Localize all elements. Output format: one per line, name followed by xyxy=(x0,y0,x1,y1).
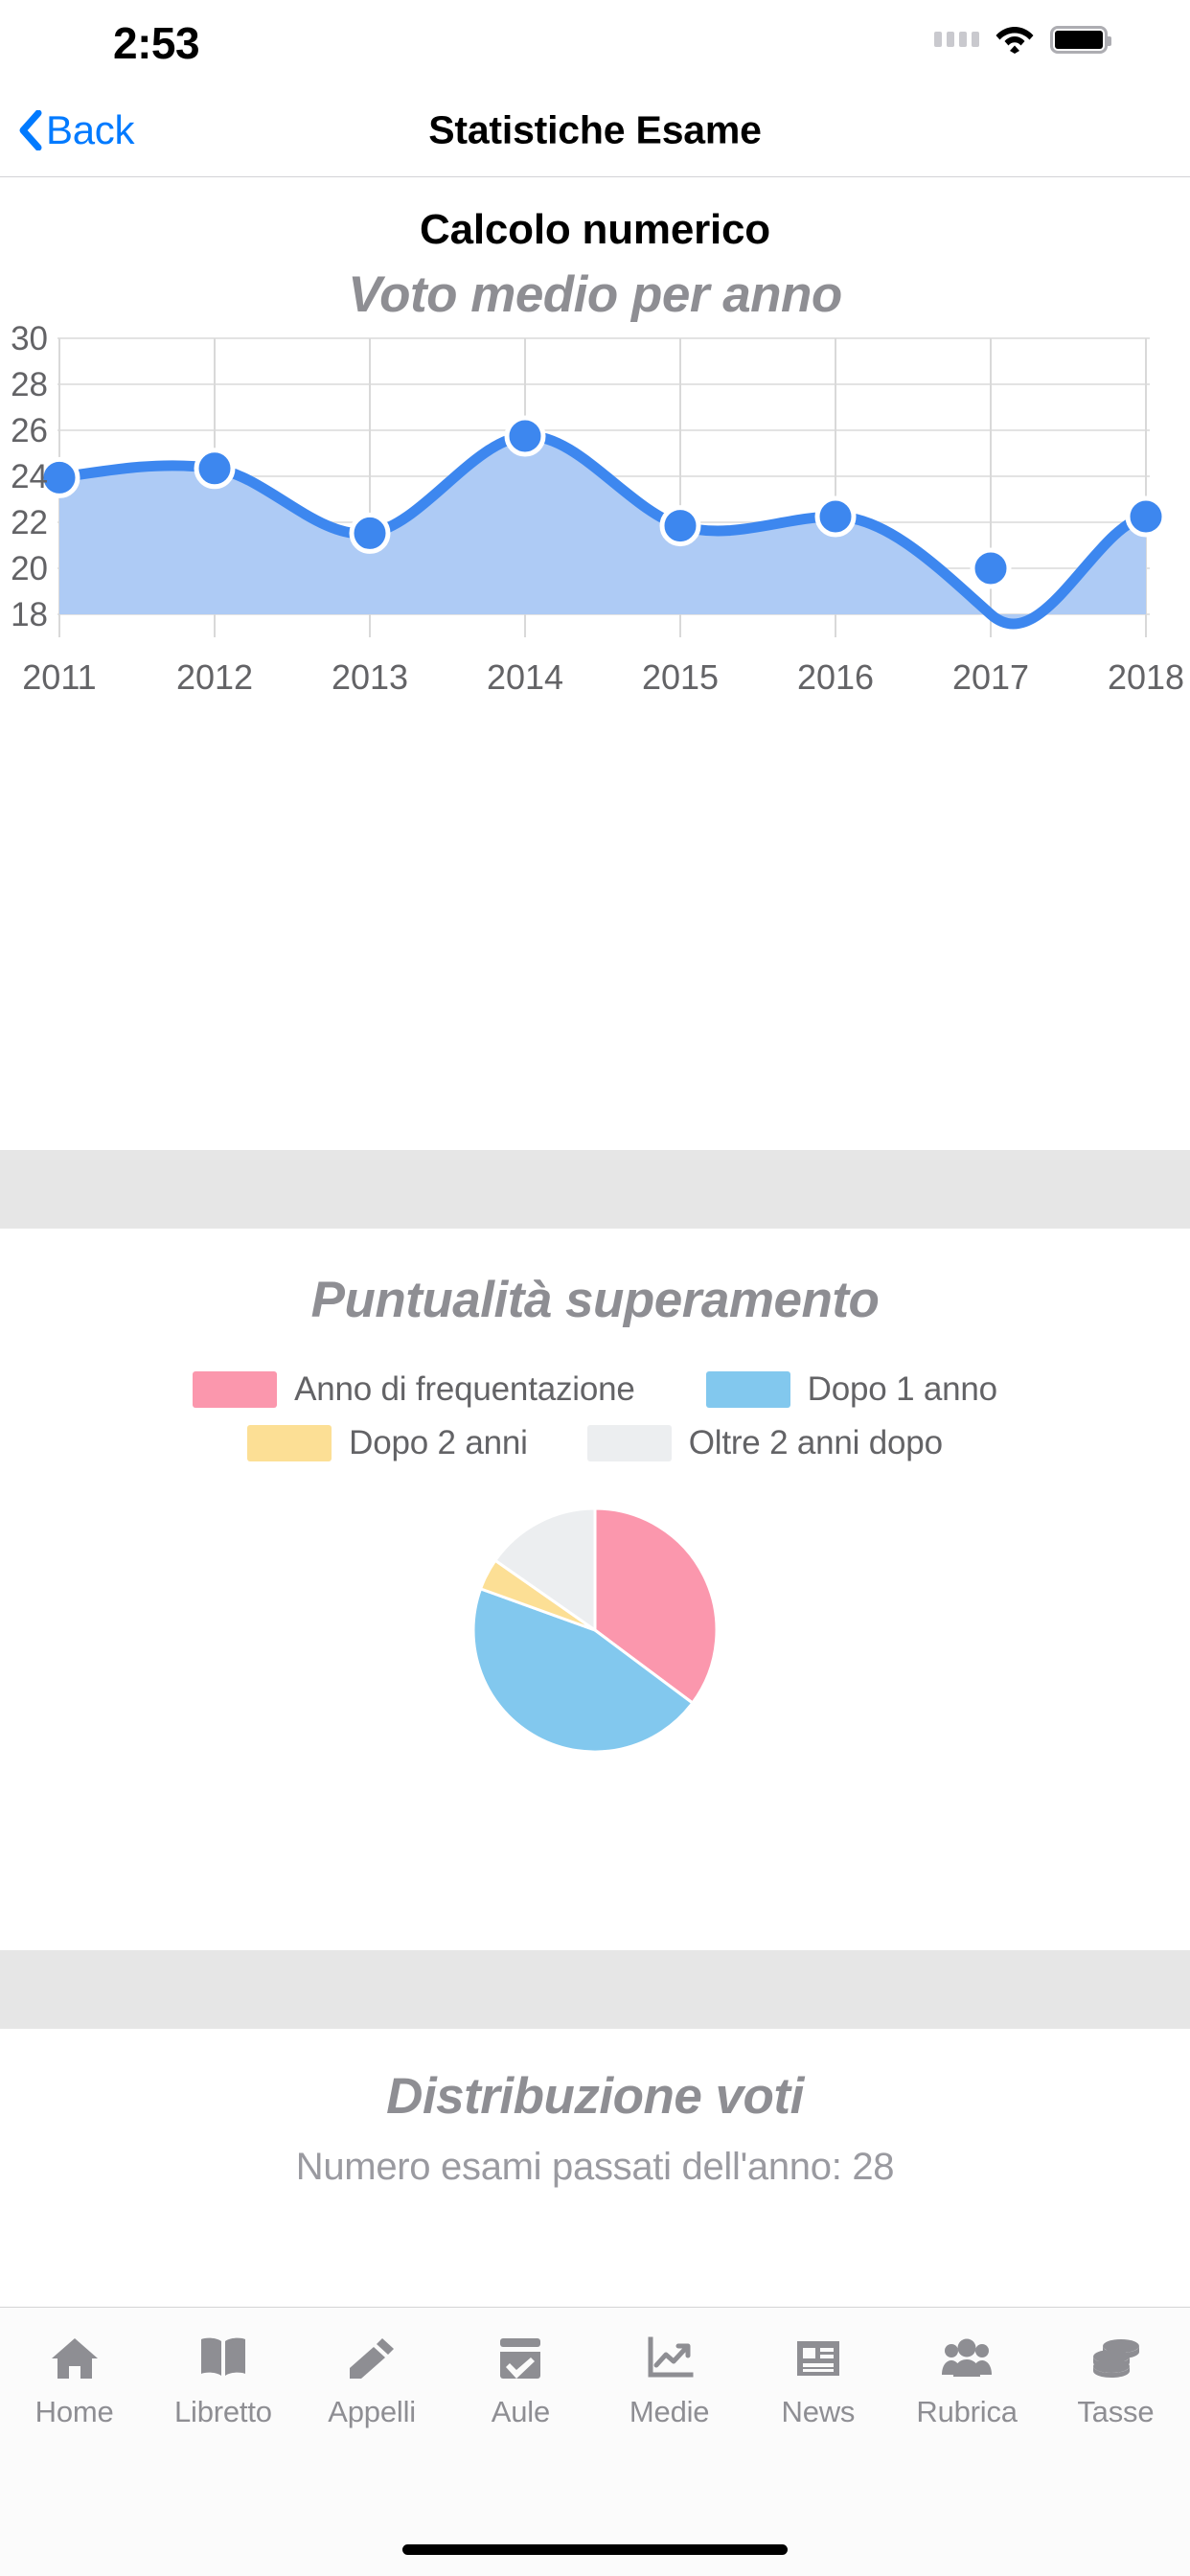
legend-item-dopo-1-anno[interactable]: Dopo 1 anno xyxy=(705,1370,997,1409)
tab-label-home: Home xyxy=(34,2395,114,2428)
legend-label-1: Dopo 1 anno xyxy=(807,1370,997,1408)
pie-legend: Anno di frequentazione Dopo 1 anno Dopo … xyxy=(0,1370,1190,1462)
distribution-title: Distribuzione voti xyxy=(386,2068,804,2125)
page-title: Statistiche Esame xyxy=(428,107,762,152)
x-tick-2016: 2016 xyxy=(797,657,874,697)
book-icon xyxy=(197,2334,249,2382)
x-tick-2012: 2012 xyxy=(176,657,253,697)
wifi-icon xyxy=(995,25,1035,54)
tab-label-aule: Aule xyxy=(491,2395,550,2428)
y-tick-22: 22 xyxy=(11,504,48,541)
tab-news[interactable]: News xyxy=(744,2334,892,2429)
section-divider-1 xyxy=(0,1150,1190,1229)
newspaper-icon xyxy=(792,2334,844,2382)
legend-swatch-gray xyxy=(586,1425,672,1461)
y-axis-labels: 30 28 26 24 22 20 18 xyxy=(11,321,48,633)
legend-swatch-yellow xyxy=(247,1425,332,1461)
line-chart-svg: 30 28 26 24 22 20 18 2011 2012 2013 2014… xyxy=(11,321,1184,697)
x-tick-2015: 2015 xyxy=(642,657,719,697)
legend-item-oltre-2-anni-dopo[interactable]: Oltre 2 anni dopo xyxy=(586,1424,943,1462)
legend-label-2: Dopo 2 anni xyxy=(349,1424,528,1461)
tab-rubrica[interactable]: Rubrica xyxy=(893,2334,1041,2429)
tab-medie[interactable]: Medie xyxy=(595,2334,744,2429)
tab-label-rubrica: Rubrica xyxy=(916,2395,1018,2428)
coins-icon xyxy=(1089,2334,1141,2382)
legend-swatch-pink xyxy=(193,1371,278,1408)
pie-chart-svg xyxy=(471,1506,719,1754)
app-screen: 2:53 Back Statistiche Esame Calcolo nume… xyxy=(0,0,1190,2576)
y-tick-20: 20 xyxy=(11,550,48,587)
line-chart-title: Voto medio per anno xyxy=(348,266,842,323)
status-icons xyxy=(934,25,1111,54)
signal-dots-icon xyxy=(934,32,979,47)
navigation-bar: Back Statistiche Esame xyxy=(0,84,1190,177)
tab-libretto[interactable]: Libretto xyxy=(149,2334,297,2429)
home-icon xyxy=(49,2334,101,2382)
legend-label-0: Anno di frequentazione xyxy=(294,1370,635,1408)
home-indicator[interactable] xyxy=(402,2544,788,2555)
people-icon xyxy=(941,2334,993,2382)
tab-bar: Home Libretto Appelli Aule Medie News Ru… xyxy=(0,2307,1190,2576)
distribution-subtitle: Numero esami passati dell'anno: 28 xyxy=(295,2146,895,2188)
tab-label-appelli: Appelli xyxy=(328,2395,416,2428)
legend-item-anno-di-frequentazione[interactable]: Anno di frequentazione xyxy=(193,1370,635,1409)
status-bar: 2:53 xyxy=(0,0,1190,84)
section-divider-2 xyxy=(0,1950,1190,2029)
tab-label-news: News xyxy=(781,2395,856,2428)
x-tick-2011: 2011 xyxy=(22,657,96,697)
tab-label-tasse: Tasse xyxy=(1077,2395,1155,2428)
battery-icon xyxy=(1050,25,1111,54)
x-tick-2013: 2013 xyxy=(332,657,408,697)
legend-item-dopo-2-anni[interactable]: Dopo 2 anni xyxy=(247,1424,528,1462)
tab-tasse[interactable]: Tasse xyxy=(1041,2334,1190,2429)
pie-chart xyxy=(0,1505,1190,1945)
y-tick-28: 28 xyxy=(11,366,48,403)
x-tick-2018: 2018 xyxy=(1108,657,1184,697)
tab-home[interactable]: Home xyxy=(0,2334,149,2429)
x-tick-2014: 2014 xyxy=(487,657,563,697)
calendar-check-icon xyxy=(494,2334,546,2382)
x-tick-2017: 2017 xyxy=(952,657,1029,697)
y-tick-26: 26 xyxy=(11,412,48,449)
x-axis-labels: 2011 2012 2013 2014 2015 2016 2017 2018 xyxy=(22,657,1184,697)
pencil-icon xyxy=(346,2334,398,2382)
line-chart: 30 28 26 24 22 20 18 2011 2012 2013 2014… xyxy=(0,321,1190,724)
tab-appelli[interactable]: Appelli xyxy=(298,2334,446,2429)
y-tick-30: 30 xyxy=(11,321,48,357)
tab-label-medie: Medie xyxy=(629,2395,710,2428)
pie-chart-title: Puntualità superamento xyxy=(310,1272,880,1328)
legend-label-3: Oltre 2 anni dopo xyxy=(688,1424,943,1461)
section-puntualita: Puntualità superamento Anno di frequenta… xyxy=(0,1229,1190,1950)
y-tick-18: 18 xyxy=(11,596,48,633)
y-tick-24: 24 xyxy=(11,458,48,495)
status-time: 2:53 xyxy=(113,18,200,68)
legend-swatch-blue xyxy=(705,1371,790,1408)
chart-line-icon xyxy=(644,2334,696,2382)
tab-aule[interactable]: Aule xyxy=(446,2334,595,2429)
tab-label-libretto: Libretto xyxy=(173,2395,272,2428)
section-distribuzione: Distribuzione voti Numero esami passati … xyxy=(0,2029,1190,2307)
section-voto-medio: Voto medio per anno 30 28 26 24 22 20 18… xyxy=(0,244,1190,1150)
